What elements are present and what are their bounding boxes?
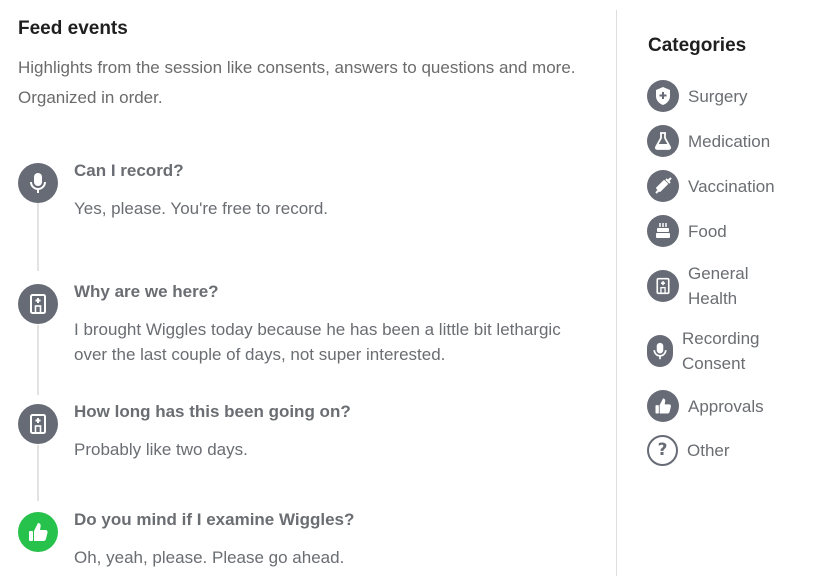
categories-title: Categories	[648, 35, 747, 56]
hospital-icon	[647, 270, 679, 302]
category-label: General Health	[688, 264, 749, 308]
event-question: How long has this been going on?	[74, 402, 351, 421]
category-recording-consent[interactable]: Recording Consent	[647, 326, 772, 376]
event-answer: Oh, yeah, please. Please go ahead.	[74, 548, 345, 567]
category-label: Surgery	[688, 86, 748, 106]
category-label: Medication	[688, 131, 771, 151]
event-question: Do you mind if I examine Wiggles?	[74, 510, 355, 529]
category-label: Recording Consent	[682, 329, 760, 373]
timeline-connector	[37, 325, 39, 395]
categories-panel: Categories Surgery Medication Vaccinatio…	[617, 0, 840, 576]
feed-panel: Feed events Highlights from the session …	[0, 0, 616, 576]
question-icon: ?	[647, 435, 678, 466]
category-label: Food	[688, 221, 727, 241]
feed-title: Feed events	[18, 18, 128, 39]
hospital-icon	[18, 284, 58, 324]
flask-icon	[647, 125, 679, 157]
category-general-health[interactable]: General Health	[647, 261, 768, 311]
event-question: Can I record?	[74, 161, 184, 180]
category-label: Approvals	[688, 396, 764, 416]
category-label: Other	[687, 441, 730, 460]
syringe-icon	[647, 170, 679, 202]
category-vaccination[interactable]: Vaccination	[647, 170, 775, 202]
event-answer: Probably like two days.	[74, 440, 248, 459]
category-approvals[interactable]: Approvals	[647, 390, 764, 422]
hospital-icon	[18, 404, 58, 444]
cake-icon	[647, 215, 679, 247]
feed-subtitle: Highlights from the session like consent…	[18, 58, 576, 107]
event-answer: Yes, please. You're free to record.	[74, 199, 329, 218]
microphone-icon	[18, 163, 58, 203]
thumbs-up-icon	[647, 390, 679, 422]
event-question: Why are we here?	[74, 282, 219, 301]
shield-plus-icon	[647, 80, 679, 112]
microphone-icon	[647, 335, 673, 367]
category-label: Vaccination	[688, 176, 775, 196]
category-other[interactable]: ? Other	[647, 435, 730, 466]
thumbs-up-icon	[18, 512, 58, 552]
category-food[interactable]: Food	[647, 215, 727, 247]
category-surgery[interactable]: Surgery	[647, 80, 748, 112]
timeline-connector	[37, 445, 39, 501]
timeline-connector	[37, 203, 39, 271]
category-medication[interactable]: Medication	[647, 125, 770, 157]
event-answer: I brought Wiggles today because he has b…	[74, 320, 561, 364]
